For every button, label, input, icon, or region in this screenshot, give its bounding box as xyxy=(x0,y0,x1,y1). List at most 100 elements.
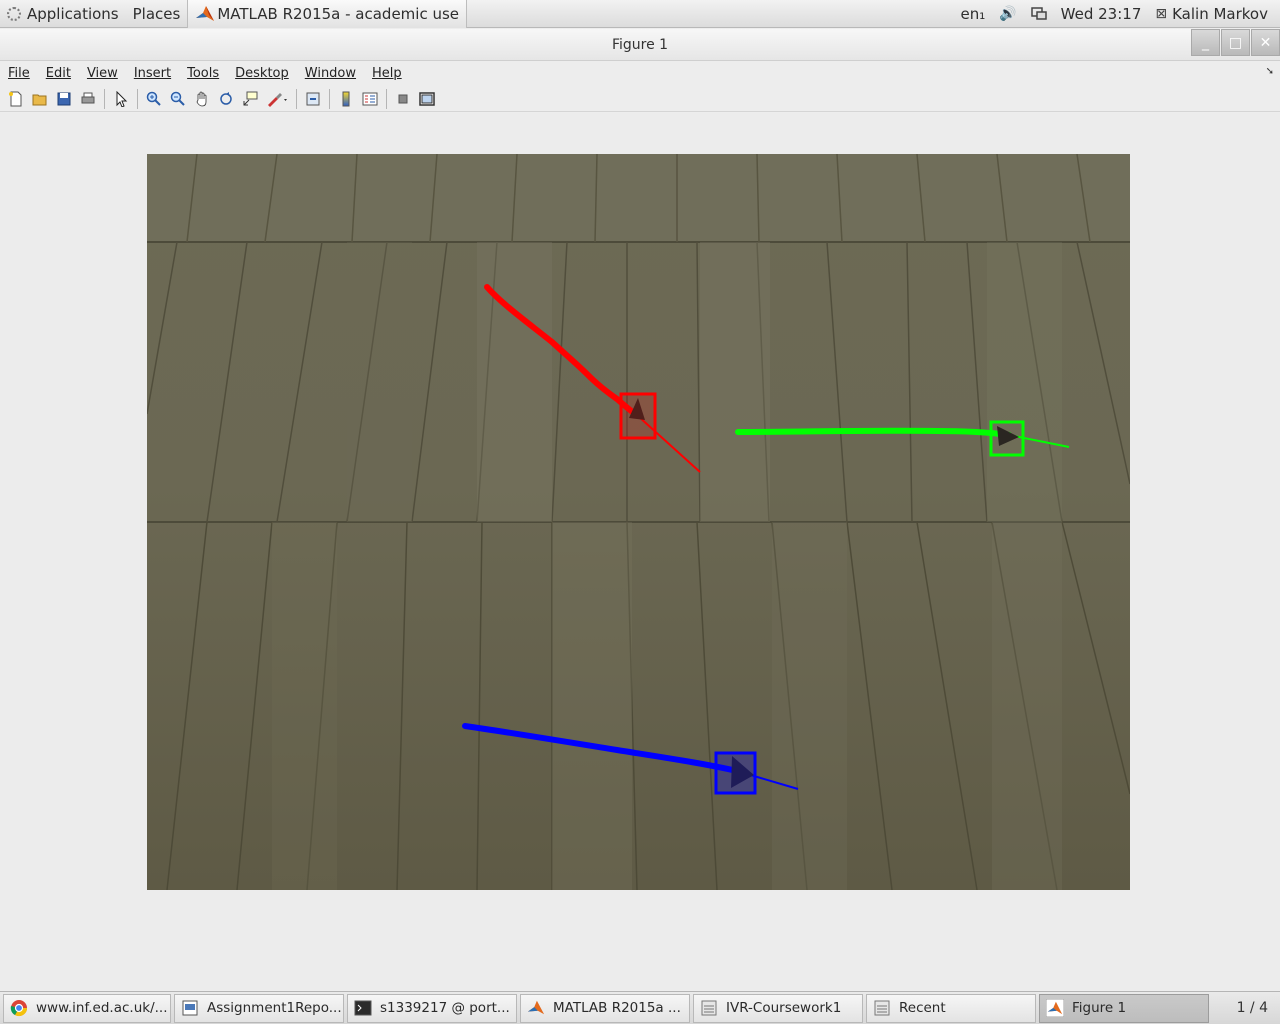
insert-colorbar-icon xyxy=(342,91,350,106)
data-cursor-button[interactable] xyxy=(238,88,262,110)
workspace-label: 1 / 4 xyxy=(1236,1000,1268,1016)
input-method-label: en₁ xyxy=(960,4,986,23)
task-terminal[interactable]: s1339217 @ port... xyxy=(347,993,517,1023)
matlab-icon xyxy=(1046,999,1064,1017)
volume-button[interactable]: 🔊 xyxy=(992,0,1023,28)
data-cursor-icon xyxy=(243,91,258,105)
close-button[interactable]: ✕ xyxy=(1251,29,1280,56)
document-icon xyxy=(182,1000,198,1016)
user-menu[interactable]: ⊠ Kalin Markov xyxy=(1148,0,1280,28)
clock[interactable]: Wed 23:17 xyxy=(1054,0,1149,28)
menu-view[interactable]: View xyxy=(79,66,126,81)
menu-edit[interactable]: Edit xyxy=(38,66,79,81)
menu-edit-label: Edit xyxy=(45,65,71,81)
workspace-switcher[interactable]: 1 / 4 xyxy=(1225,1000,1280,1016)
terminal-icon xyxy=(354,1000,372,1016)
open-file-button[interactable] xyxy=(28,88,52,110)
task-figure[interactable]: Figure 1 xyxy=(1039,993,1209,1023)
menu-file[interactable]: File xyxy=(0,66,38,81)
pan-button[interactable] xyxy=(190,88,214,110)
minimize-button[interactable]: _ xyxy=(1191,29,1220,56)
applications-menu[interactable]: Applications xyxy=(0,0,126,28)
menu-help-label: Help xyxy=(372,65,402,81)
clock-label: Wed 23:17 xyxy=(1060,4,1142,23)
menu-tools[interactable]: Tools xyxy=(179,66,227,81)
menu-help[interactable]: Help xyxy=(364,66,410,81)
zoom-in-button[interactable] xyxy=(142,88,166,110)
task-label: s1339217 @ port... xyxy=(380,1000,510,1016)
tracking-image[interactable] xyxy=(147,154,1130,890)
user-icon: ⊠ xyxy=(1155,5,1168,22)
task-label: Assignment1Repo... xyxy=(207,1000,342,1016)
taskbar: www.inf.ed.ac.uk/... Assignment1Repo... … xyxy=(0,991,1280,1024)
menu-bar: File Edit View Insert Tools Desktop Wind… xyxy=(0,62,1280,84)
zoom-in-icon xyxy=(146,91,161,106)
menu-tools-label: Tools xyxy=(187,65,220,81)
menu-window[interactable]: Window xyxy=(297,66,364,81)
menu-window-label: Window xyxy=(304,65,357,81)
task-label: IVR-Coursework1 xyxy=(726,1000,842,1016)
window-title: Figure 1 xyxy=(611,36,669,53)
blue-bounding-box xyxy=(714,751,757,795)
volume-icon: 🔊 xyxy=(999,5,1017,22)
save-figure-button[interactable] xyxy=(52,88,76,110)
task-label: Recent xyxy=(899,1000,946,1016)
minimize-icon: _ xyxy=(1202,34,1209,51)
input-method-indicator[interactable]: en₁ xyxy=(953,0,992,28)
folder-icon xyxy=(701,1000,717,1016)
matlab-icon xyxy=(527,1000,545,1015)
toolbar-separator xyxy=(386,88,387,109)
brush-icon xyxy=(268,92,287,107)
toolbar-separator xyxy=(137,88,138,109)
zoom-out-button[interactable] xyxy=(166,88,190,110)
top-panel: Applications Places MATLAB R2015a - acad… xyxy=(0,0,1280,28)
insert-legend-button[interactable] xyxy=(358,88,382,110)
menu-insert[interactable]: Insert xyxy=(126,66,179,81)
task-label: www.inf.ed.ac.uk/... xyxy=(36,1000,168,1016)
applications-icon xyxy=(7,6,21,21)
task-chrome[interactable]: www.inf.ed.ac.uk/... xyxy=(3,993,171,1023)
brush-button[interactable] xyxy=(262,88,292,110)
task-document[interactable]: Assignment1Repo... xyxy=(174,993,344,1023)
edit-plot-icon xyxy=(116,90,128,107)
applications-label: Applications xyxy=(27,4,119,23)
task-folder-coursework[interactable]: IVR-Coursework1 xyxy=(693,993,863,1023)
active-window-button[interactable]: MATLAB R2015a - academic use xyxy=(187,0,468,28)
menu-desktop-label: Desktop xyxy=(235,65,289,81)
task-folder-recent[interactable]: Recent xyxy=(866,993,1036,1023)
folder-icon xyxy=(874,1000,890,1016)
show-plot-tools-button[interactable] xyxy=(415,88,439,110)
places-menu[interactable]: Places xyxy=(126,0,188,28)
print-figure-icon xyxy=(81,92,95,103)
window-titlebar[interactable]: Figure 1 _ □ ✕ xyxy=(0,29,1280,61)
new-figure-button[interactable] xyxy=(4,88,28,110)
hide-plot-tools-icon xyxy=(398,94,408,103)
task-matlab[interactable]: MATLAB R2015a ... xyxy=(520,993,690,1023)
rotate-3d-icon xyxy=(220,91,232,105)
insert-colorbar-button[interactable] xyxy=(334,88,358,110)
link-plot-button[interactable] xyxy=(301,88,325,110)
menu-desktop[interactable]: Desktop xyxy=(227,66,297,81)
dock-arrow-icon[interactable]: ➘ xyxy=(1266,66,1274,77)
rotate-3d-button[interactable] xyxy=(214,88,238,110)
close-icon: ✕ xyxy=(1259,34,1272,51)
open-file-icon xyxy=(32,94,47,105)
print-figure-button[interactable] xyxy=(76,88,100,110)
menu-file-label: File xyxy=(8,65,30,81)
toolbar-separator xyxy=(329,88,330,109)
hide-plot-tools-button[interactable] xyxy=(391,88,415,110)
task-label: Figure 1 xyxy=(1072,1000,1127,1016)
user-label: Kalin Markov xyxy=(1172,4,1268,23)
window-controls: _ □ ✕ xyxy=(1190,29,1280,57)
toolbar-separator xyxy=(104,88,105,109)
edit-plot-button[interactable] xyxy=(109,88,133,110)
save-figure-icon xyxy=(57,92,71,105)
maximize-icon: □ xyxy=(1228,34,1243,51)
figure-canvas[interactable] xyxy=(0,113,1280,990)
network-button[interactable] xyxy=(1024,0,1054,28)
maximize-button[interactable]: □ xyxy=(1221,29,1250,56)
red-bounding-box xyxy=(619,392,657,440)
menu-view-label: View xyxy=(86,65,118,81)
figure-toolbar xyxy=(0,86,1280,112)
zoom-out-icon xyxy=(170,91,185,106)
